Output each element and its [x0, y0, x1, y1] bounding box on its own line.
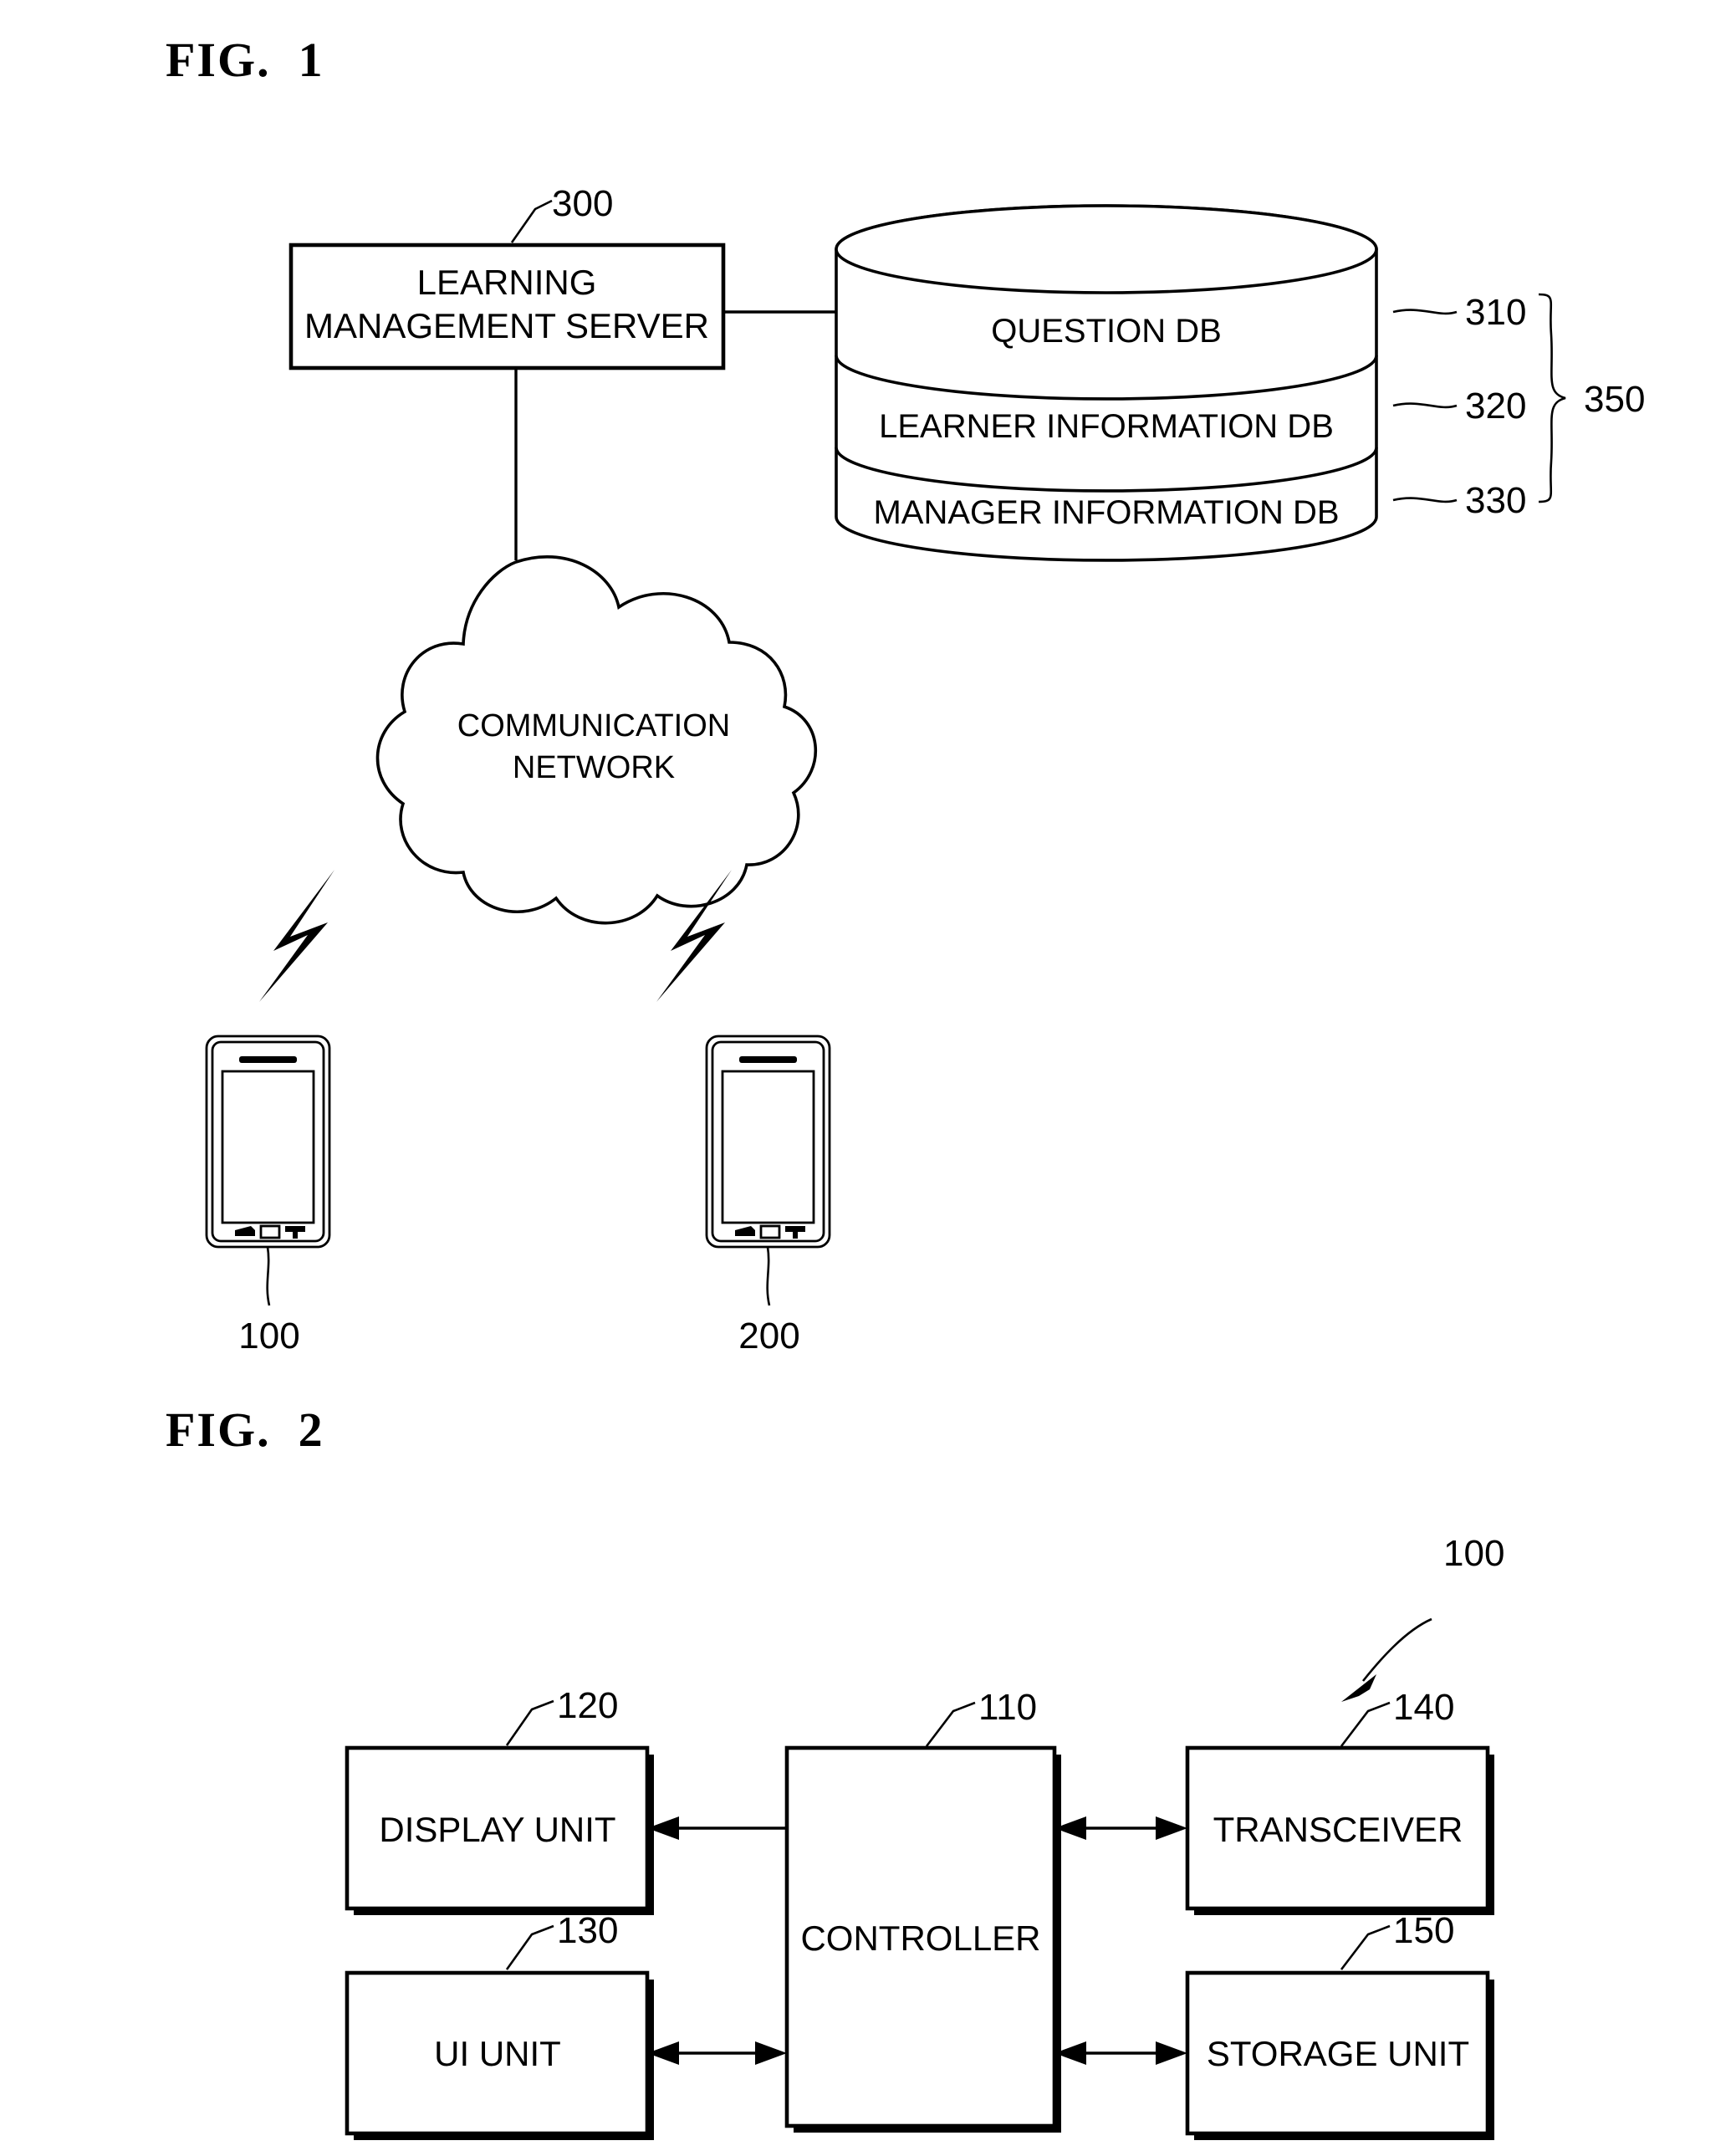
- network-label-line2: NETWORK: [513, 750, 675, 785]
- block-controller: 110 CONTROLLER: [784, 1687, 1061, 2133]
- block-ref-number-130: 130: [557, 1910, 618, 1951]
- block-label-display-unit: DISPLAY UNIT: [379, 1810, 615, 1849]
- connector-controller-transceiver: [1054, 1816, 1187, 1840]
- block-display-unit: 120 DISPLAY UNIT: [345, 1685, 654, 1915]
- mobile-terminal-100: 100: [205, 1035, 331, 1356]
- db-ref-leaders: [1392, 309, 1458, 503]
- connector-controller-ui: [647, 2041, 787, 2065]
- connector-controller-display: [647, 1816, 787, 1840]
- phone-speaker-200: [739, 1056, 797, 1063]
- database-cylinder: QUESTION DB LEARNER INFORMATION DB MANAG…: [835, 204, 1378, 562]
- terminal-ref-number-200: 200: [738, 1316, 799, 1356]
- block-transceiver: 140 TRANSCEIVER: [1185, 1687, 1494, 1915]
- server-label-line1: LEARNING: [417, 263, 597, 302]
- db-section-label-manager: MANAGER INFORMATION DB: [873, 494, 1339, 531]
- block-ui-unit: 130 UI UNIT: [345, 1910, 654, 2140]
- block-ref-number-150: 150: [1393, 1910, 1454, 1951]
- communication-network-cloud: COMMUNICATION NETWORK: [375, 554, 818, 925]
- wireless-link-icon-left: [259, 870, 334, 1002]
- network-label-line1: COMMUNICATION: [457, 708, 731, 743]
- block-label-storage-unit: STORAGE UNIT: [1207, 2034, 1469, 2073]
- server-ref-number: 300: [552, 183, 613, 224]
- db-ref-number-310: 310: [1465, 292, 1526, 333]
- db-section-label-learner: LEARNER INFORMATION DB: [879, 408, 1334, 445]
- db-group-ref-number: 350: [1584, 379, 1645, 420]
- mobile-terminal-200: 200: [705, 1035, 831, 1356]
- device-ref-number-100: 100: [1443, 1533, 1504, 1574]
- block-label-ui-unit: UI UNIT: [434, 2034, 561, 2073]
- phone-screen-100: [221, 1070, 315, 1224]
- block-storage-unit: 150 STORAGE UNIT: [1185, 1910, 1494, 2140]
- server-ref-leader: [510, 199, 553, 243]
- db-ref-number-320: 320: [1465, 386, 1526, 427]
- block-ref-number-120: 120: [557, 1685, 618, 1726]
- db-ref-number-330: 330: [1465, 480, 1526, 521]
- learning-management-server-box: LEARNING MANAGEMENT SERVER: [288, 243, 726, 370]
- db-section-label-question: QUESTION DB: [991, 313, 1222, 350]
- server-label-line2: MANAGEMENT SERVER: [304, 306, 709, 345]
- block-label-controller: CONTROLLER: [800, 1918, 1040, 1958]
- connector-controller-storage: [1054, 2041, 1187, 2065]
- block-ref-number-140: 140: [1393, 1687, 1454, 1728]
- phone-speaker-100: [239, 1056, 297, 1063]
- terminal-ref-number-100: 100: [238, 1316, 299, 1356]
- block-ref-number-110: 110: [978, 1687, 1037, 1728]
- db-group-brace: [1538, 293, 1566, 503]
- phone-screen-200: [721, 1070, 815, 1224]
- block-label-transceiver: TRANSCEIVER: [1213, 1810, 1463, 1849]
- patent-drawing-sheet: FIG. 1 FIG. 2 300 LEARNING MANAGEMENT SE…: [0, 0, 1736, 2156]
- figure-artwork: 300 LEARNING MANAGEMENT SERVER QUESTION …: [205, 183, 1645, 2140]
